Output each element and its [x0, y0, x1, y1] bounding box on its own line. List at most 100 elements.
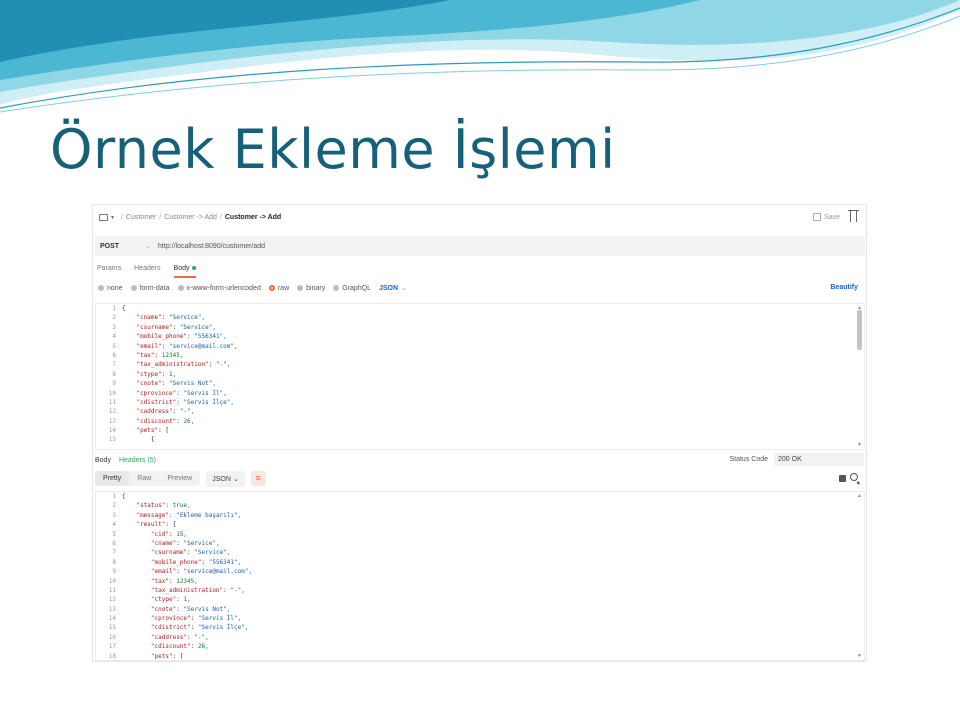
code-line: 7 "csurname": "Service",	[96, 548, 864, 557]
code-token: "status"	[136, 502, 166, 510]
code-text: "cdiscount": 26,	[122, 642, 209, 651]
radio-urlencoded[interactable]: x-www-form-urlencoded	[177, 285, 261, 292]
scroll-down-icon[interactable]: ▼	[857, 442, 862, 448]
view-raw[interactable]: Raw	[129, 471, 159, 486]
code-line: 2 "cname": "Service",	[96, 313, 864, 322]
tab-body[interactable]: Body	[173, 265, 196, 278]
code-token: 12345,	[161, 351, 184, 359]
code-token: "cdistrict"	[136, 398, 177, 406]
code-lines: 1{2 "status": true, 3 "message": "Ekleme …	[96, 492, 864, 660]
beautify-link[interactable]: Beautify	[830, 284, 858, 291]
http-method-select[interactable]: POST	[95, 243, 145, 250]
line-number: 7	[112, 549, 116, 557]
code-token: "cdiscount"	[136, 417, 177, 425]
code-token: "tax"	[136, 351, 155, 359]
save-button[interactable]: Save	[813, 213, 840, 221]
line-number: 8	[112, 370, 116, 378]
code-token: "service@mail.com",	[168, 342, 238, 350]
line-number: 13	[108, 605, 116, 613]
chevron-down-icon[interactable]: ⌄	[145, 243, 150, 250]
breadcrumb-current[interactable]: Customer -> Add	[225, 214, 281, 221]
copy-icon[interactable]	[839, 475, 846, 482]
code-line: 1{	[96, 492, 864, 501]
view-preview[interactable]: Preview	[159, 471, 200, 486]
request-topbar: ▼ / Customer / Customer -> Add / Custome…	[93, 205, 866, 230]
line-number: 10	[108, 577, 116, 585]
breadcrumb-item[interactable]: Customer	[126, 214, 156, 221]
response-body-viewer[interactable]: 1{2 "status": true, 3 "message": "Ekleme …	[95, 491, 865, 661]
code-token: :	[165, 502, 173, 510]
scroll-down-icon[interactable]: ▼	[857, 653, 862, 659]
tab-params[interactable]: Params	[97, 265, 121, 278]
code-line: 14 "pets": [	[96, 426, 864, 435]
documentation-icon[interactable]	[848, 210, 859, 222]
response-format-select[interactable]: JSON ⌄	[206, 470, 245, 487]
code-token: :	[161, 314, 169, 322]
code-token: "Service",	[183, 539, 220, 547]
line-number: 7	[112, 361, 116, 369]
code-token: "-",	[179, 408, 195, 416]
code-token: "email"	[150, 568, 177, 576]
header-wave-decoration	[0, 0, 960, 113]
line-number: 4	[112, 333, 116, 341]
code-token: "cname"	[136, 314, 162, 322]
line-number: 3	[112, 323, 116, 331]
breadcrumb-item[interactable]: Customer -> Add	[164, 214, 217, 221]
code-line: 1{	[96, 304, 864, 313]
breadcrumb-separator: /	[120, 214, 123, 221]
code-line: 12 "caddress": "-",	[96, 407, 864, 416]
line-number: 4	[112, 521, 116, 529]
line-number: 10	[108, 389, 116, 397]
radio-icon	[333, 285, 340, 291]
tab-response-headers[interactable]: Headers (5)	[119, 457, 156, 464]
radio-form-data[interactable]: form-data	[130, 285, 170, 292]
code-text: "ctype": 1,	[122, 595, 191, 604]
tab-response-body[interactable]: Body	[95, 457, 111, 464]
request-body-editor[interactable]: 1{2 "cname": "Service", 3 "csurname": "Se…	[95, 303, 865, 450]
scrollbar-thumb[interactable]	[857, 310, 862, 350]
tab-headers[interactable]: Headers	[134, 265, 160, 278]
code-token: true,	[172, 502, 191, 510]
code-text: "status": true,	[122, 501, 191, 510]
code-token: "Service",	[168, 314, 206, 322]
line-number: 11	[108, 398, 116, 406]
code-token: "message"	[136, 511, 169, 519]
code-token: "cnote"	[136, 380, 162, 388]
code-text: "caddress": "-",	[122, 407, 194, 416]
url-input[interactable]: http://localhost:8090/customer/add	[158, 243, 265, 250]
code-line: 8 "ctype": 1,	[96, 370, 864, 379]
wrap-lines-icon[interactable]: ≡	[250, 471, 266, 486]
scroll-up-icon[interactable]: ▲	[857, 493, 862, 499]
url-bar[interactable]: POST ⌄ http://localhost:8090/customer/ad…	[95, 236, 865, 256]
code-text: "cnote": "Servis Not",	[122, 379, 216, 388]
collection-icon[interactable]	[99, 214, 108, 221]
code-line: 9 "cnote": "Servis Not",	[96, 379, 864, 388]
radio-none[interactable]: none	[98, 285, 123, 292]
format-select[interactable]: JSON ⌄	[379, 284, 407, 292]
code-text: "cname": "Service",	[122, 539, 220, 548]
line-number: 18	[108, 652, 116, 660]
tab-body-label: Body	[173, 265, 190, 272]
code-line: 6 "tax": 12345,	[96, 351, 864, 360]
code-token: "556341",	[194, 333, 227, 341]
code-token: "Service",	[179, 323, 216, 331]
code-text: "tax": 12345,	[122, 577, 198, 586]
chevron-down-icon[interactable]: ▼	[110, 215, 115, 221]
radio-graphql[interactable]: GraphQL	[333, 285, 371, 292]
line-number: 6	[112, 351, 116, 359]
code-token: 26,	[197, 643, 209, 651]
search-icon[interactable]	[850, 473, 858, 481]
view-pretty[interactable]: Pretty	[95, 471, 130, 486]
radio-raw[interactable]: raw	[268, 285, 289, 292]
radio-binary[interactable]: binary	[297, 285, 325, 292]
code-line: 16 "caddress": "-",	[96, 633, 864, 642]
slide-title: Örnek Ekleme İşlemi	[50, 118, 616, 181]
code-token: 1,	[168, 370, 177, 378]
